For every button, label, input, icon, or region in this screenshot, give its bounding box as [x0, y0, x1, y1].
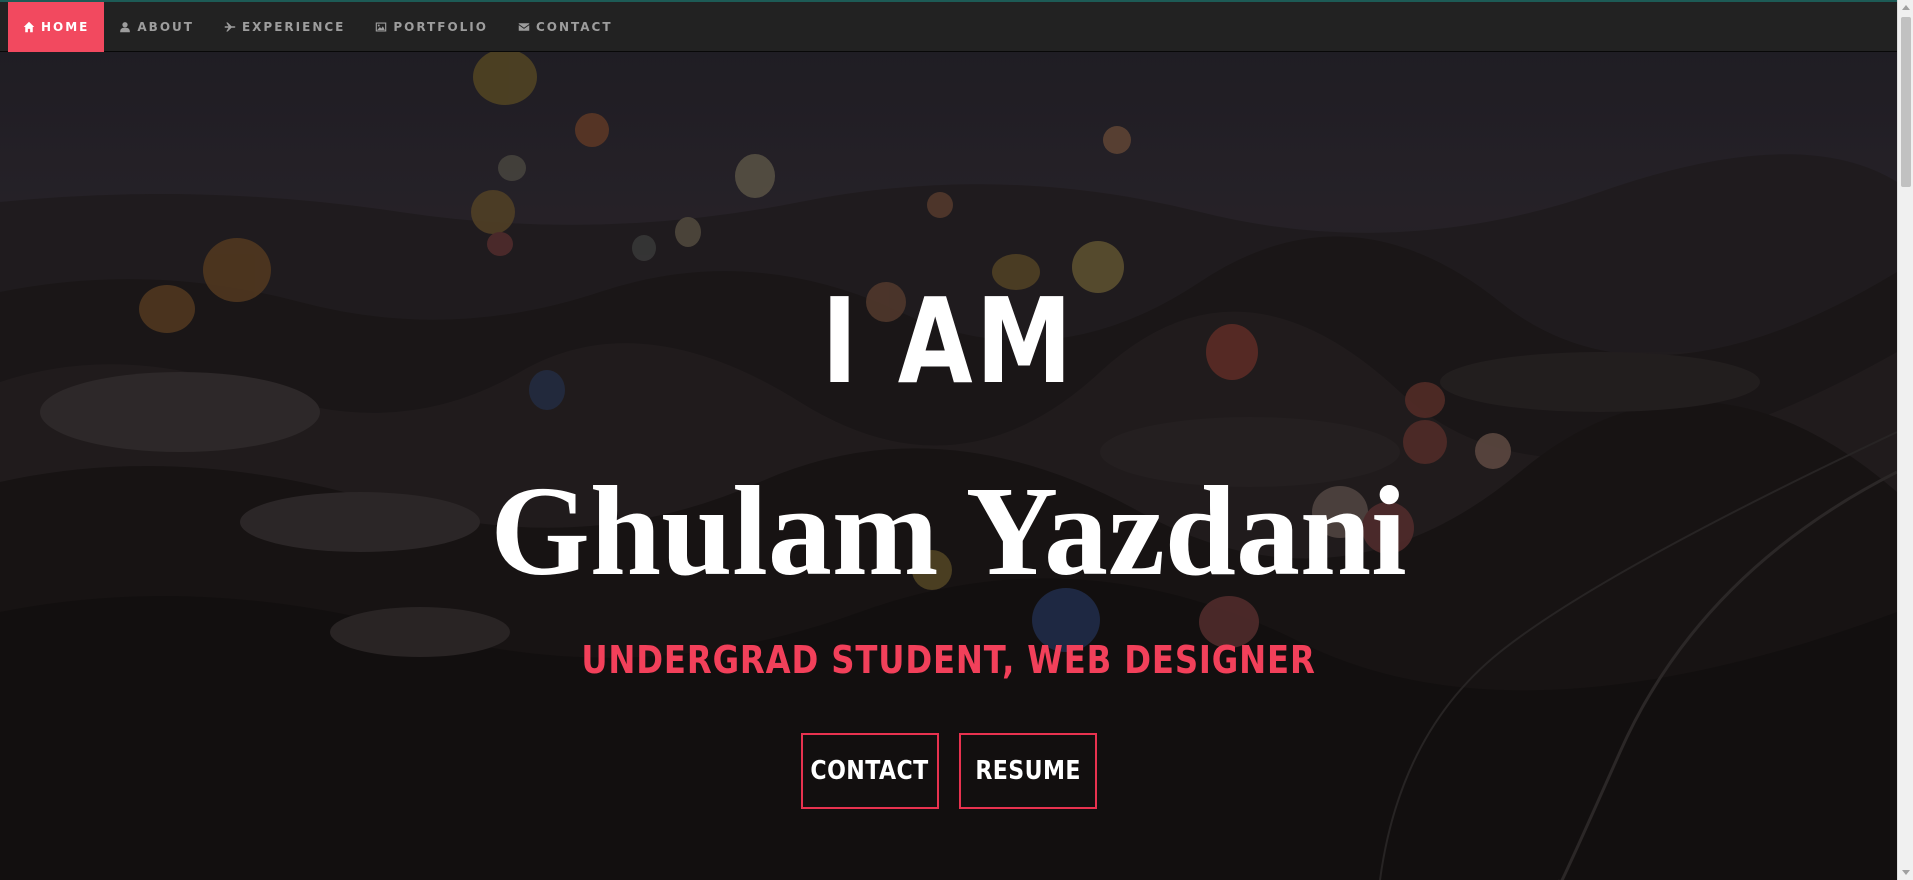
- nav-experience[interactable]: EXPERIENCE: [209, 2, 360, 52]
- scroll-up-arrow-icon[interactable]: [1902, 5, 1910, 10]
- hero-section: I AM Ghulam Yazdani UNDERGRAD STUDENT, W…: [0, 52, 1897, 880]
- nav-portfolio[interactable]: PORTFOLIO: [360, 2, 503, 52]
- nav-about[interactable]: ABOUT: [104, 2, 209, 52]
- nav-portfolio-label: PORTFOLIO: [393, 19, 488, 34]
- hero-buttons: CONTACT RESUME: [0, 733, 1897, 809]
- plane-icon: [224, 21, 236, 33]
- image-icon: [375, 21, 387, 33]
- scroll-down-arrow-icon[interactable]: [1902, 870, 1910, 875]
- nav-experience-label: EXPERIENCE: [241, 19, 346, 34]
- contact-button-label: CONTACT: [810, 756, 930, 786]
- nav-home[interactable]: HOME: [8, 1, 105, 52]
- nav-about-label: ABOUT: [137, 19, 194, 34]
- envelope-icon: [518, 21, 530, 33]
- hero-tagline: UNDERGRAD STUDENT, WEB DESIGNER: [581, 638, 1316, 682]
- nav-contact-label: CONTACT: [535, 19, 613, 34]
- hero-intro: I AM: [821, 272, 1076, 410]
- top-navbar: HOME ABOUT EXPERIENCE PORTFOLIO CONTACT: [0, 0, 1897, 52]
- resume-button-label: RESUME: [975, 756, 1081, 786]
- vertical-scrollbar[interactable]: [1897, 0, 1913, 880]
- scrollbar-thumb[interactable]: [1901, 17, 1911, 187]
- nav-contact[interactable]: CONTACT: [503, 2, 628, 52]
- contact-button[interactable]: CONTACT: [801, 733, 939, 809]
- home-icon: [23, 21, 35, 33]
- resume-button[interactable]: RESUME: [959, 733, 1097, 809]
- user-icon: [119, 21, 131, 33]
- nav-home-label: HOME: [41, 19, 90, 34]
- hero-name: Ghulam Yazdani: [490, 460, 1407, 602]
